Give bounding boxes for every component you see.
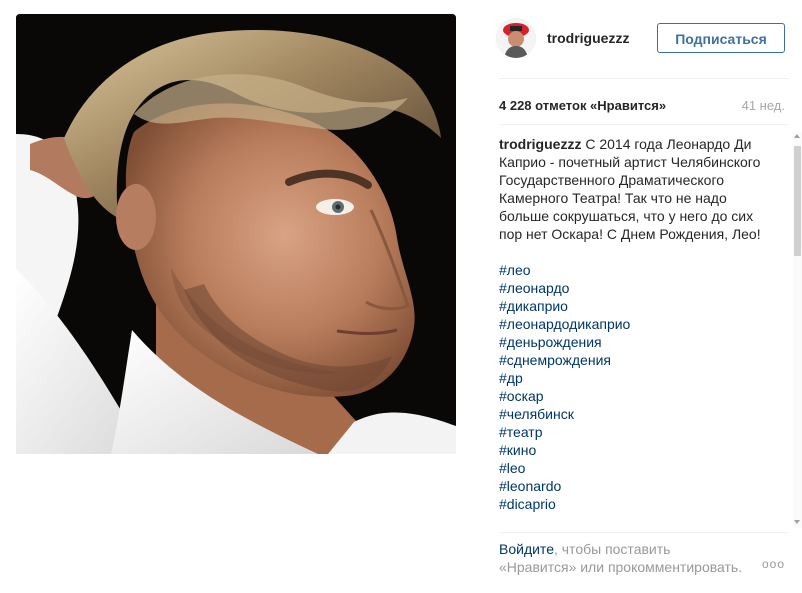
hashtag-link[interactable]: #leonardo bbox=[499, 477, 779, 495]
hashtag-link[interactable]: #оскар bbox=[499, 387, 779, 405]
caption-author[interactable]: trodriguezzz bbox=[499, 136, 581, 152]
likes-divider bbox=[499, 124, 789, 125]
hashtag-link[interactable]: #кино bbox=[499, 441, 779, 459]
hashtags-list: #лео #леонардо #дикаприо #леонардодикапр… bbox=[499, 261, 779, 513]
post-time[interactable]: 41 нед. bbox=[742, 98, 785, 113]
hashtag-link[interactable]: #сднемрождения bbox=[499, 351, 779, 369]
login-prompt: Войдите, чтобы поставить «Нравится» или … bbox=[499, 540, 749, 576]
portrait-image bbox=[16, 14, 456, 454]
hashtag-link[interactable]: #челябинск bbox=[499, 405, 779, 423]
post-photo[interactable] bbox=[16, 14, 456, 454]
avatar-image bbox=[496, 18, 536, 58]
hashtag-link[interactable]: #dicaprio bbox=[499, 495, 779, 513]
comments-scrollbar[interactable] bbox=[793, 132, 802, 528]
hashtag-link[interactable]: #дикаприо bbox=[499, 297, 779, 315]
post-header: trodriguezzz Подписаться bbox=[486, 0, 802, 78]
post-sidebar: trodriguezzz Подписаться 4 228 отметок «… bbox=[486, 0, 802, 593]
hashtag-link[interactable]: #лео bbox=[499, 261, 779, 279]
follow-button[interactable]: Подписаться bbox=[657, 23, 785, 53]
scroll-thumb[interactable] bbox=[794, 146, 801, 256]
hashtag-link[interactable]: #леонардодикаприо bbox=[499, 315, 779, 333]
avatar[interactable] bbox=[496, 18, 536, 58]
header-divider bbox=[499, 78, 789, 79]
comments-panel[interactable]: trodriguezzz С 2014 года Леонардо Ди Кап… bbox=[499, 135, 779, 530]
hashtag-link[interactable]: #др bbox=[499, 369, 779, 387]
username[interactable]: trodriguezzz bbox=[547, 30, 629, 46]
hashtag-link[interactable]: #leo bbox=[499, 459, 779, 477]
scroll-down-icon[interactable] bbox=[794, 520, 800, 524]
hashtag-link[interactable]: #деньрождения bbox=[499, 333, 779, 351]
hashtag-link[interactable]: #театр bbox=[499, 423, 779, 441]
footer-divider bbox=[499, 532, 789, 533]
likes-count[interactable]: 4 228 отметок «Нравится» bbox=[499, 98, 666, 113]
hashtag-link[interactable]: #леонардо bbox=[499, 279, 779, 297]
more-options-icon[interactable]: ооо bbox=[762, 557, 785, 571]
caption: trodriguezzz С 2014 года Леонардо Ди Кап… bbox=[499, 135, 779, 243]
login-link[interactable]: Войдите bbox=[499, 541, 554, 557]
scroll-up-icon[interactable] bbox=[794, 134, 800, 138]
